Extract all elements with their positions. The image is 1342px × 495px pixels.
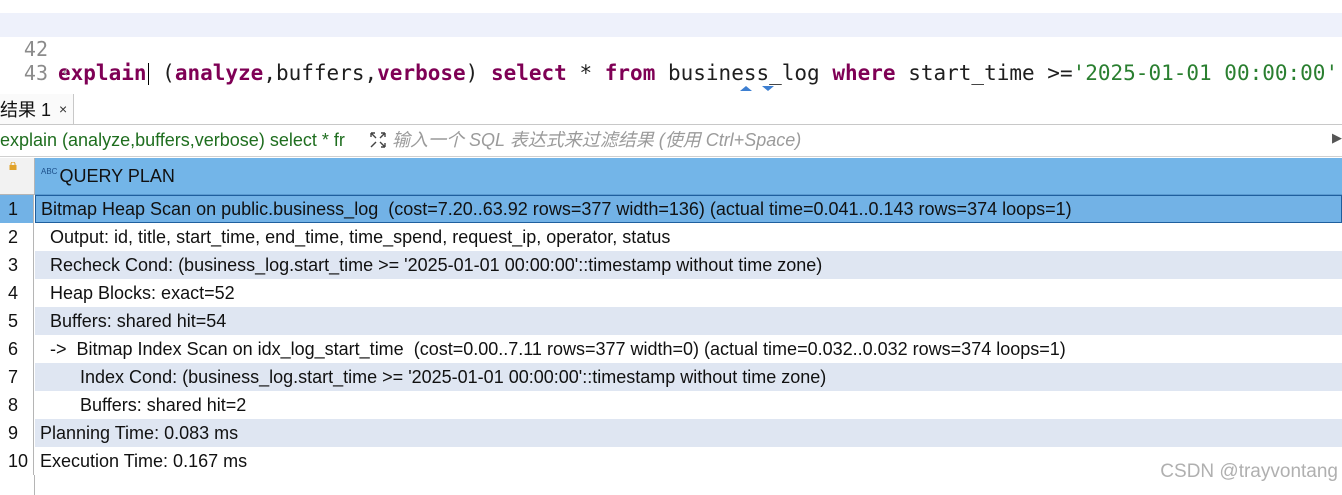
table-row[interactable]: 1 Bitmap Heap Scan on public.business_lo… [0,195,1342,223]
lock-icon [9,162,17,170]
line-number: 43 [23,61,48,85]
sql-token: ; [1338,61,1342,85]
sql-token: start_time >= [895,61,1073,85]
tab-results-1[interactable]: 结果 1 × [0,94,75,124]
column-header-label: QUERY PLAN [59,165,175,186]
row-number-gutter [0,475,35,495]
grid-header: ABC QUERY PLAN [0,158,1342,195]
sql-keyword: verbose [377,61,466,85]
query-plan-cell[interactable]: Planning Time: 0.083 ms [35,419,1342,447]
editor-line-41[interactable]: 41 [0,0,1342,38]
table-row[interactable]: 3 Recheck Cond: (business_log.start_time… [0,251,1342,279]
sql-token: buffers [275,61,365,85]
row-number[interactable]: 1 [0,195,34,223]
watermark: CSDN @trayvontang [1160,461,1338,482]
results-tab-bar: 结果 1 × [0,94,1342,125]
row-number[interactable]: 10 [0,447,34,475]
row-number[interactable]: 3 [0,251,34,279]
sql-token: * [566,61,605,85]
table-row[interactable]: 7 Index Cond: (business_log.start_time >… [0,363,1342,391]
table-row[interactable]: 5 Buffers: shared hit=54 [0,307,1342,335]
query-plan-cell[interactable]: Buffers: shared hit=2 [35,391,1342,419]
filter-input[interactable] [392,129,1322,151]
sql-token: business_log [655,61,833,85]
filter-expand-icon[interactable] [369,131,387,149]
row-number[interactable]: 6 [0,335,34,363]
text-type-icon: ABC [41,166,58,176]
query-text-label: explain (analyze,buffers,verbose) select… [0,130,345,150]
row-number[interactable]: 7 [0,363,34,391]
row-number[interactable]: 9 [0,419,34,447]
query-plan-cell[interactable]: -> Bitmap Index Scan on idx_log_start_ti… [35,335,1342,363]
results-grid[interactable]: ABC QUERY PLAN 1 Bitmap Heap Scan on pub… [0,158,1342,495]
sql-statement[interactable]: explain (analyze,buffers,verbose) select… [58,61,1342,85]
panel-splitter-icon[interactable] [740,83,776,92]
table-row[interactable]: 6 -> Bitmap Index Scan on idx_log_start_… [0,335,1342,363]
sql-string-literal: '2025-01-01 00:00:00' [1072,61,1339,85]
table-row[interactable]: 9 Planning Time: 0.083 ms [0,419,1342,447]
query-plan-cell[interactable]: Buffers: shared hit=54 [35,307,1342,335]
filter-bar: explain (analyze,buffers,verbose) select… [0,126,1342,157]
table-row[interactable]: 10 Execution Time: 0.167 ms [0,447,1342,475]
query-plan-cell[interactable]: Heap Blocks: exact=52 [35,279,1342,307]
query-plan-cell[interactable]: Index Cond: (business_log.start_time >= … [35,363,1342,391]
query-plan-cell[interactable]: Execution Time: 0.167 ms [35,447,1342,475]
query-plan-cell[interactable]: Bitmap Heap Scan on public.business_log … [35,195,1342,223]
editor-line-43[interactable]: 43 [0,37,1342,85]
close-icon[interactable]: × [59,101,67,117]
sql-token: ( [149,61,175,85]
row-number[interactable]: 5 [0,307,34,335]
text-caret [147,63,149,85]
scroll-left-icon[interactable]: ‹ [62,62,68,81]
table-row[interactable]: 2 Output: id, title, start_time, end_tim… [0,223,1342,251]
sql-token: ) [465,61,491,85]
row-number[interactable]: 8 [0,391,34,419]
sql-editor[interactable]: 41 42 explain (analyze,buffers,verbose) … [0,0,1342,92]
sql-token: , [364,61,378,85]
row-number[interactable]: 4 [0,279,34,307]
grid-rows: 1 Bitmap Heap Scan on public.business_lo… [0,195,1342,475]
row-number[interactable]: 2 [0,223,34,251]
grid-corner[interactable] [0,158,35,195]
tab-label: 结果 1 [0,100,52,120]
sql-keyword: from [604,61,656,85]
table-row[interactable]: 4 Heap Blocks: exact=52 [0,279,1342,307]
expand-right-icon[interactable]: ▶ [1332,130,1342,146]
query-plan-cell[interactable]: Output: id, title, start_time, end_time,… [35,223,1342,251]
sql-keyword: analyze [174,61,264,85]
sql-keyword: select [490,61,567,85]
column-header-query-plan[interactable]: ABC QUERY PLAN [35,158,1342,195]
query-plan-cell[interactable]: Recheck Cond: (business_log.start_time >… [35,251,1342,279]
sql-keyword: where [832,61,896,85]
table-row[interactable]: 8 Buffers: shared hit=2 [0,391,1342,419]
sql-token: , [263,61,276,85]
editor-line-42[interactable]: 42 explain (analyze,buffers,verbose) sel… [0,13,1342,85]
sql-keyword: explain [58,61,147,85]
